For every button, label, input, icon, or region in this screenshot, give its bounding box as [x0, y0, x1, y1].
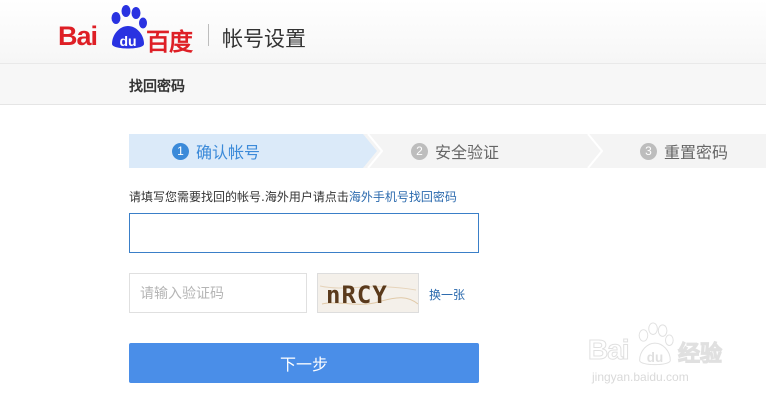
step-separator-chevron: [367, 134, 383, 168]
captcha-text: nRCY: [326, 281, 388, 309]
section-title: 找回密码: [129, 79, 185, 95]
step-separator-chevron: [587, 134, 603, 168]
baidu-jingyan-watermark: Bai du 经验 jingyan.baidu.com: [588, 322, 764, 392]
section-bar: 找回密码: [0, 64, 766, 105]
step-label: 安全验证: [435, 143, 500, 162]
next-step-button[interactable]: 下一步: [129, 343, 479, 383]
account-hint: 请填写您需要找回的帐号.海外用户请点击海外手机号找回密码: [129, 188, 457, 205]
refresh-captcha-link[interactable]: 换一张: [429, 286, 465, 303]
watermark-latin: Bai: [588, 334, 631, 366]
watermark-paw-icon: du: [638, 322, 674, 365]
progress-steps: 1 确认帐号 2 安全验证 3 重置密码: [129, 134, 766, 168]
page-header: Bai du 百度 帐号设置: [0, 0, 766, 64]
step-security-verify: 2 安全验证: [411, 134, 499, 168]
header-divider: [208, 24, 209, 46]
step-number-3: 3: [640, 142, 657, 160]
logo-text-latin: Bai: [58, 21, 98, 51]
step-confirm-account: 1 确认帐号: [129, 134, 363, 168]
captcha-image[interactable]: nRCY: [317, 273, 419, 313]
step-label: 重置密码: [664, 143, 729, 162]
watermark-url: jingyan.baidu.com: [592, 370, 689, 384]
step-number-2: 2: [411, 142, 428, 160]
step-label: 确认帐号: [196, 143, 261, 162]
watermark-cn: 经验: [677, 342, 723, 368]
logo-text-du: du: [119, 33, 136, 49]
page-title: 帐号设置: [222, 27, 306, 51]
captcha-graphic: nRCY: [319, 281, 418, 309]
watermark-du: du: [647, 350, 663, 365]
account-input[interactable]: [129, 213, 479, 253]
baidu-logo[interactable]: Bai du 百度: [58, 4, 200, 60]
step-reset-password: 3 重置密码: [640, 134, 728, 168]
logo-text-cn: 百度: [146, 28, 193, 56]
paw-icon: du: [111, 5, 147, 49]
step-number-1: 1: [172, 142, 189, 160]
overseas-phone-recovery-link[interactable]: 海外手机号找回密码: [349, 190, 457, 204]
captcha-input[interactable]: [129, 273, 307, 313]
hint-text: 请填写您需要找回的帐号.海外用户请点击: [129, 190, 349, 204]
